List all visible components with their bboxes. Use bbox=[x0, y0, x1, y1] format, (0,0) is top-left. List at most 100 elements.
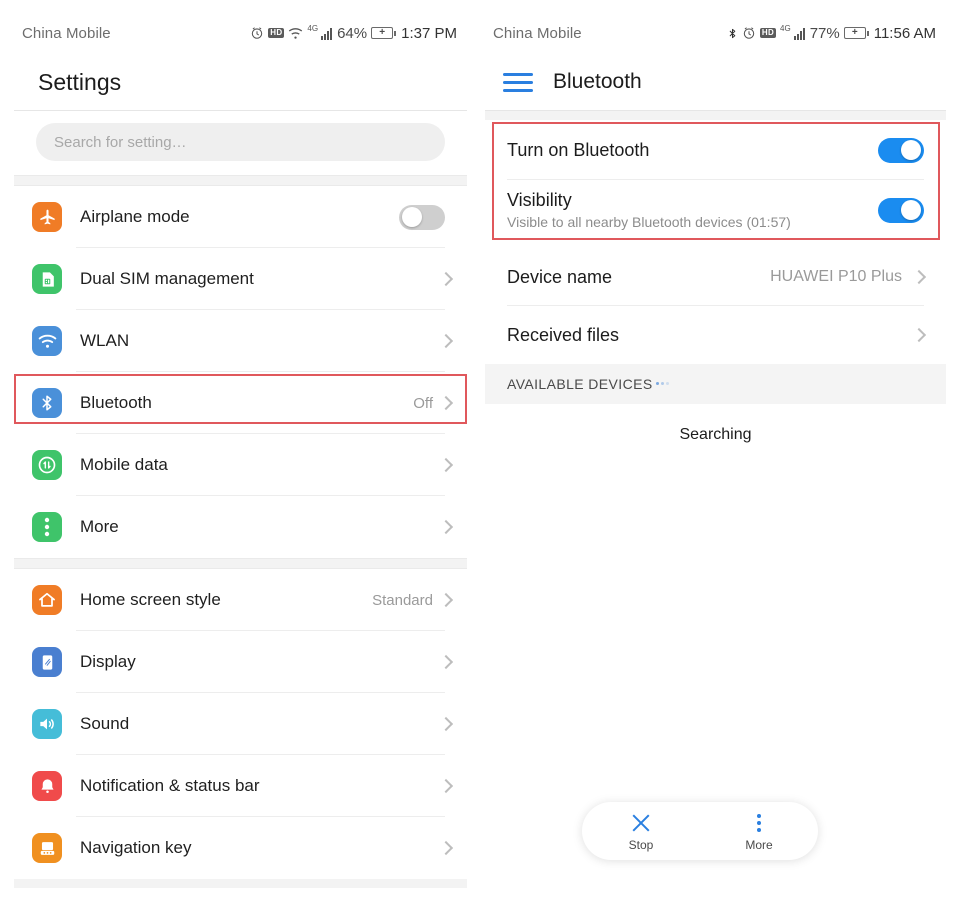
clock-label: 1:37 PM bbox=[401, 24, 457, 42]
device-name-row[interactable]: Device name HUAWEI P10 Plus bbox=[485, 248, 946, 306]
list-bottom-spacer bbox=[14, 879, 467, 888]
chevron-right-icon bbox=[438, 519, 454, 535]
carrier-label: China Mobile bbox=[22, 24, 111, 42]
sidebar-item-label: Navigation key bbox=[80, 838, 192, 857]
sidebar-item-more[interactable]: More bbox=[14, 496, 467, 558]
available-devices-header: AVAILABLE DEVICES bbox=[485, 364, 946, 404]
more-vertical-icon bbox=[32, 512, 62, 542]
loading-dots-icon bbox=[655, 381, 669, 387]
status-bar-right: China Mobile HD 4G 77% + 11:56 AM bbox=[485, 12, 946, 54]
chevron-right-icon bbox=[438, 457, 454, 473]
highlight-spacer bbox=[485, 240, 946, 248]
settings-group-1: Airplane mode Dual SIM management WLAN B… bbox=[14, 186, 467, 558]
sidebar-item-label: Home screen style bbox=[80, 590, 221, 609]
wifi-icon bbox=[32, 326, 62, 356]
sidebar-item-airplane-mode[interactable]: Airplane mode bbox=[14, 186, 467, 248]
chevron-right-icon bbox=[911, 269, 927, 285]
sidebar-item-sound[interactable]: Sound bbox=[14, 693, 467, 755]
turn-on-bluetooth-row[interactable]: Turn on Bluetooth bbox=[485, 120, 946, 180]
search-placeholder: Search for setting… bbox=[54, 133, 187, 151]
sidebar-item-display[interactable]: Display bbox=[14, 631, 467, 693]
top-spacer bbox=[485, 111, 946, 120]
bell-icon bbox=[32, 771, 62, 801]
sidebar-item-navigation-key[interactable]: Navigation key bbox=[14, 817, 467, 879]
sidebar-item-dual-sim-management[interactable]: Dual SIM management bbox=[14, 248, 467, 310]
turn-on-bluetooth-label: Turn on Bluetooth bbox=[507, 139, 650, 160]
clock-label: 11:56 AM bbox=[873, 24, 936, 42]
page-title: Bluetooth bbox=[553, 70, 642, 93]
close-x-icon bbox=[630, 811, 652, 835]
navigation-key-icon bbox=[32, 833, 62, 863]
bluetooth-phone-panel: China Mobile HD 4G 77% + 11:56 AM Blueto… bbox=[485, 12, 946, 888]
sidebar-item-home-screen-style[interactable]: Home screen style Standard bbox=[14, 569, 467, 631]
bluetooth-state-value: Off bbox=[413, 394, 433, 412]
group-divider-1 bbox=[14, 175, 467, 186]
battery-percent-label: 77% bbox=[809, 24, 840, 42]
airplane-mode-toggle[interactable] bbox=[399, 204, 445, 230]
visibility-description: Visible to all nearby Bluetooth devices … bbox=[507, 214, 791, 230]
bottom-action-bar: Stop More bbox=[582, 802, 818, 860]
home-screen-style-value: Standard bbox=[372, 591, 433, 609]
status-bar-left: China Mobile HD 4G 64% + 1:37 PM bbox=[14, 12, 467, 54]
chevron-right-icon bbox=[911, 327, 927, 343]
sidebar-item-wlan[interactable]: WLAN bbox=[14, 310, 467, 372]
sidebar-item-label: More bbox=[80, 517, 119, 536]
received-files-row[interactable]: Received files bbox=[485, 306, 946, 364]
hamburger-menu-icon[interactable] bbox=[503, 70, 535, 94]
wifi-icon bbox=[288, 27, 303, 40]
bluetooth-icon bbox=[727, 26, 738, 41]
bluetooth-app-bar: Bluetooth bbox=[485, 54, 946, 110]
signal-bars-icon bbox=[321, 27, 333, 40]
sidebar-item-label: Mobile data bbox=[80, 455, 168, 474]
search-container: Search for setting… bbox=[14, 111, 467, 175]
more-button[interactable]: More bbox=[700, 811, 818, 852]
sidebar-item-label: Airplane mode bbox=[80, 207, 190, 226]
page-title: Settings bbox=[38, 68, 122, 95]
sidebar-item-label: Sound bbox=[80, 714, 130, 733]
bluetooth-toggle[interactable] bbox=[878, 137, 924, 163]
search-input[interactable]: Search for setting… bbox=[36, 123, 445, 161]
chevron-right-icon bbox=[438, 333, 454, 349]
settings-group-2: Home screen style Standard Display Sound bbox=[14, 569, 467, 879]
alarm-icon bbox=[250, 26, 264, 40]
bluetooth-icon bbox=[32, 388, 62, 418]
airplane-icon bbox=[32, 202, 62, 232]
sound-icon bbox=[32, 709, 62, 739]
stop-button[interactable]: Stop bbox=[582, 811, 700, 852]
sidebar-item-bluetooth[interactable]: Bluetooth Off bbox=[14, 372, 467, 434]
searching-status: Searching bbox=[485, 404, 946, 466]
screenshot-stage: China Mobile HD 4G 64% + 1:37 PM Setting… bbox=[0, 0, 960, 900]
chevron-right-icon bbox=[438, 716, 454, 732]
status-icons-right: HD 4G 77% + 11:56 AM bbox=[727, 23, 936, 42]
battery-icon: + bbox=[371, 27, 397, 39]
display-icon bbox=[32, 647, 62, 677]
more-button-label: More bbox=[745, 837, 773, 852]
sidebar-item-label: Bluetooth bbox=[80, 393, 152, 412]
stop-button-label: Stop bbox=[628, 837, 654, 852]
status-icons-left: HD 4G 64% + 1:37 PM bbox=[250, 24, 457, 42]
visibility-row[interactable]: Visibility Visible to all nearby Bluetoo… bbox=[485, 180, 946, 240]
mobile-data-icon bbox=[32, 450, 62, 480]
sidebar-item-notification-status-bar[interactable]: Notification & status bar bbox=[14, 755, 467, 817]
sidebar-item-mobile-data[interactable]: Mobile data bbox=[14, 434, 467, 496]
settings-app-bar: Settings bbox=[14, 54, 467, 110]
device-name-label: Device name bbox=[507, 266, 613, 287]
visibility-toggle[interactable] bbox=[878, 197, 924, 223]
carrier-label: China Mobile bbox=[493, 24, 582, 42]
sidebar-item-label: Dual SIM management bbox=[80, 269, 254, 288]
available-devices-label: AVAILABLE DEVICES bbox=[507, 376, 653, 392]
home-icon bbox=[32, 585, 62, 615]
chevron-right-icon bbox=[438, 654, 454, 670]
settings-phone-panel: China Mobile HD 4G 64% + 1:37 PM Setting… bbox=[14, 12, 467, 888]
chevron-right-icon bbox=[438, 840, 454, 856]
network-type-label: 4G bbox=[780, 23, 791, 33]
signal-bars-icon bbox=[793, 27, 805, 40]
chevron-right-icon bbox=[438, 778, 454, 794]
sidebar-item-label: Notification & status bar bbox=[80, 776, 260, 795]
battery-icon: + bbox=[843, 27, 869, 39]
chevron-right-icon bbox=[438, 395, 454, 411]
chevron-right-icon bbox=[438, 592, 454, 608]
device-name-value: HUAWEI P10 Plus bbox=[770, 268, 902, 285]
battery-percent-label: 64% bbox=[337, 24, 368, 42]
visibility-label: Visibility bbox=[507, 190, 572, 210]
